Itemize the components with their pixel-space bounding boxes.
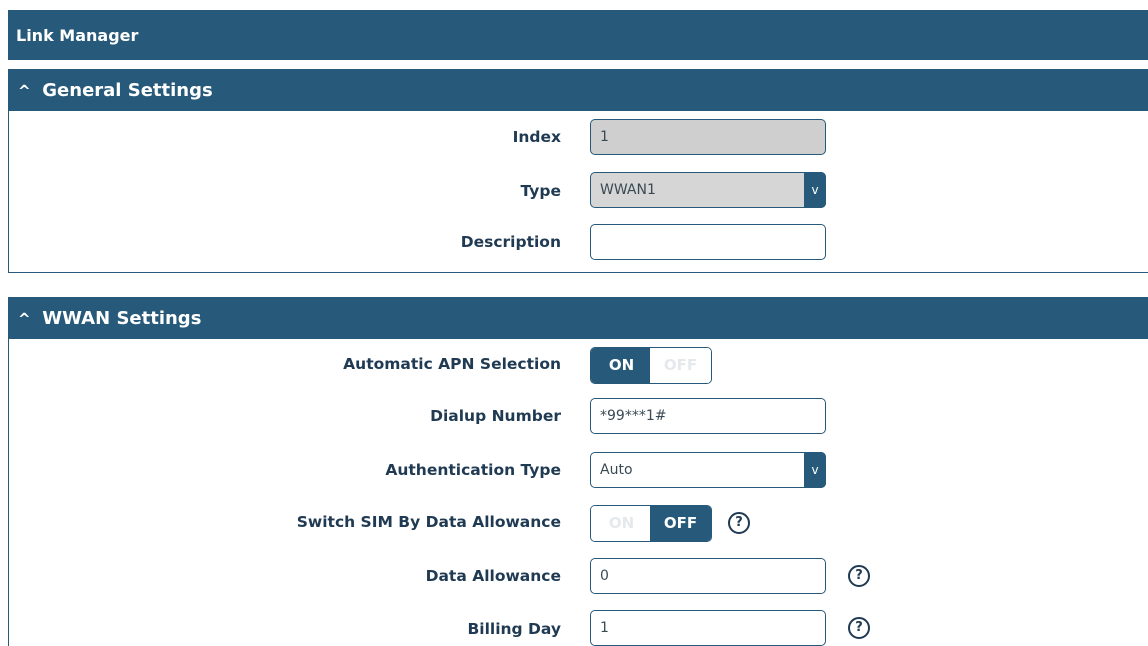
switch-sim-toggle-off[interactable]: OFF <box>650 506 711 541</box>
apn-toggle[interactable]: ON OFF <box>590 347 712 384</box>
chevron-down-icon[interactable]: v <box>804 172 826 208</box>
chevron-up-icon: ^ <box>18 82 31 100</box>
apn-toggle-off[interactable]: OFF <box>650 348 711 383</box>
type-select[interactable]: WWAN1 v <box>590 172 826 208</box>
apn-toggle-on[interactable]: ON <box>591 348 652 383</box>
wwan-settings-header[interactable]: ^ WWAN Settings <box>8 297 1148 339</box>
auth-type-value: Auto <box>600 462 633 478</box>
general-settings-panel: Index 1 Type WWAN1 v Description <box>8 111 1148 273</box>
description-label: Description <box>460 233 561 251</box>
auth-type-select[interactable]: Auto v <box>590 452 826 488</box>
help-icon[interactable]: ? <box>848 565 870 587</box>
wwan-settings-panel: Automatic APN Selection ON OFF Dialup Nu… <box>8 339 1148 646</box>
type-label: Type <box>520 182 561 200</box>
switch-sim-toggle-on[interactable]: ON <box>591 506 652 541</box>
auth-type-label: Authentication Type <box>385 461 561 479</box>
general-settings-title: General Settings <box>42 80 213 101</box>
dialup-label: Dialup Number <box>430 407 561 425</box>
switch-sim-label: Switch SIM By Data Allowance <box>296 513 561 531</box>
apn-label: Automatic APN Selection <box>343 355 561 373</box>
billing-day-label: Billing Day <box>467 620 561 638</box>
index-field: 1 <box>590 119 826 155</box>
data-allowance-input[interactable]: 0 <box>590 558 826 594</box>
page-title: Link Manager <box>8 10 1148 60</box>
chevron-down-icon[interactable]: v <box>804 452 826 488</box>
type-select-value: WWAN1 <box>600 182 656 198</box>
wwan-settings-title: WWAN Settings <box>42 308 202 329</box>
billing-day-input[interactable]: 1 <box>590 610 826 646</box>
index-label: Index <box>512 128 561 146</box>
help-icon[interactable]: ? <box>728 512 750 534</box>
help-icon[interactable]: ? <box>848 617 870 639</box>
dialup-input[interactable]: *99***1# <box>590 398 826 434</box>
switch-sim-toggle[interactable]: ON OFF <box>590 505 712 542</box>
description-input[interactable] <box>590 224 826 260</box>
general-settings-header[interactable]: ^ General Settings <box>8 69 1148 111</box>
chevron-up-icon: ^ <box>18 310 31 328</box>
data-allowance-label: Data Allowance <box>425 567 561 585</box>
